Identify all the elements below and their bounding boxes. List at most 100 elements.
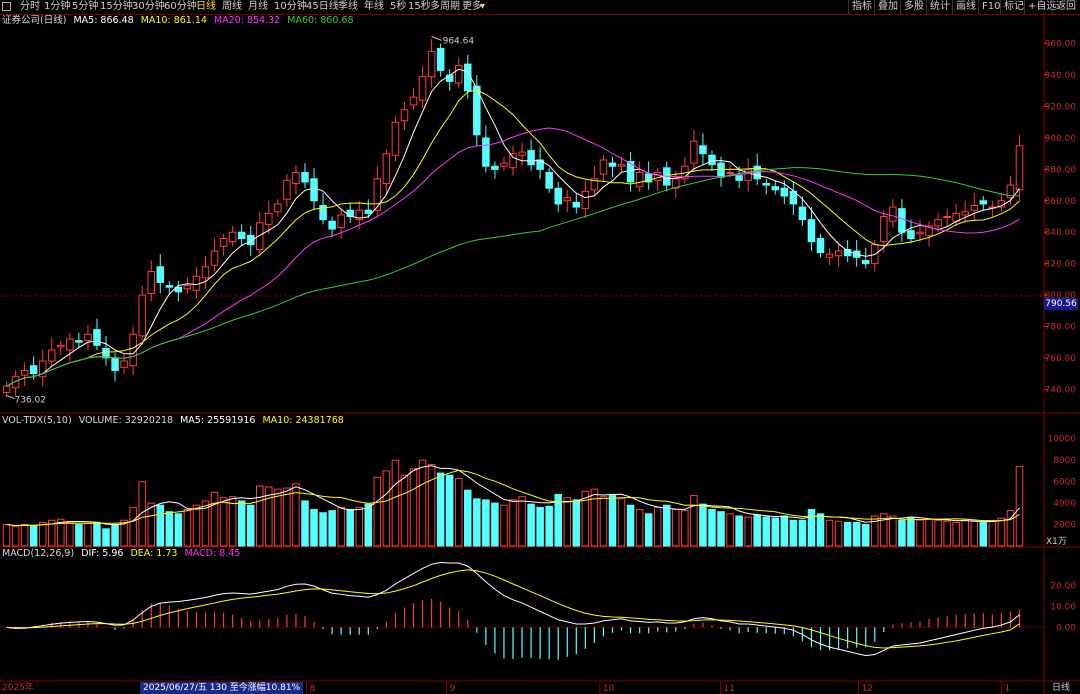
volume-bar: [889, 515, 897, 547]
candle-body: [436, 47, 445, 71]
volume-bar: [454, 477, 463, 547]
candle-body: [373, 178, 382, 211]
candle-body: [2, 385, 11, 393]
volume-bar: [418, 459, 427, 547]
volume-bar: [174, 513, 183, 547]
candle-body: [653, 172, 662, 181]
candle-body: [219, 237, 228, 247]
candle-body: [717, 162, 725, 178]
time-label: 11: [723, 684, 734, 694]
candle-body: [454, 65, 463, 84]
period-label: 日线: [1052, 683, 1071, 693]
volume-bar: [491, 502, 499, 547]
volume-bar: [156, 504, 165, 547]
volume-bar: [111, 524, 119, 547]
candle-body: [93, 329, 101, 346]
volume-bar: [75, 524, 83, 547]
candle-body: [898, 208, 906, 233]
volume-bar: [608, 495, 617, 547]
volume-bar: [93, 521, 101, 547]
volume-bar: [337, 506, 345, 547]
volume-bar: [256, 485, 264, 547]
price-tick-label: 760.00: [1045, 354, 1077, 364]
price-tick-label: 860.00: [1045, 197, 1077, 207]
volume-bar: [753, 514, 761, 547]
kline-chart[interactable]: 740.00760.00780.00800.00820.00840.00860.…: [0, 0, 1080, 694]
volume-bar: [726, 513, 734, 547]
macd-tick-label: 10.00: [1050, 602, 1076, 612]
candle-body: [916, 231, 924, 235]
volume-bar: [29, 525, 38, 547]
volume-bar: [771, 517, 780, 547]
volume-bar: [274, 488, 282, 547]
candle-body: [807, 219, 816, 243]
volume-bar: [861, 524, 870, 547]
volume-bar: [409, 468, 418, 547]
candle-body: [84, 333, 92, 342]
candle-body: [1015, 145, 1024, 191]
volume-bar: [373, 476, 382, 547]
candle-body: [518, 151, 526, 156]
volume-bar: [1015, 466, 1024, 547]
candle-body: [47, 349, 56, 362]
volume-bar: [328, 510, 336, 547]
time-label: 10: [603, 684, 615, 694]
volume-bar: [355, 506, 364, 547]
candle-body: [292, 172, 300, 185]
volume-tick-label: 4000: [1053, 499, 1076, 509]
volume-bar: [246, 504, 255, 547]
candle-body: [427, 51, 436, 78]
volume-bar: [690, 495, 698, 547]
time-label: 12: [861, 684, 872, 694]
price-tick-label: 920.00: [1045, 103, 1077, 113]
volume-bar: [129, 506, 137, 547]
price-tick-label: 900.00: [1045, 134, 1077, 144]
volume-bar: [708, 509, 716, 547]
volume-bar: [843, 521, 852, 547]
volume-bar: [789, 519, 798, 547]
volume-bar: [165, 511, 174, 547]
candle-body: [970, 205, 979, 211]
volume-bar: [400, 474, 409, 547]
volume-bar: [807, 509, 816, 547]
macd-tick-label: 20.00: [1050, 581, 1076, 591]
volume-bar: [617, 498, 626, 547]
candle-body: [464, 63, 472, 92]
price-tick-label: 840.00: [1045, 228, 1077, 238]
volume-bar: [852, 521, 861, 547]
low-label: 736.02: [15, 396, 47, 406]
candle-body: [283, 179, 291, 200]
candle-body: [129, 333, 137, 367]
volume-bar: [319, 512, 327, 547]
volume-bar: [934, 519, 942, 547]
volume-bar: [925, 518, 933, 547]
candle-body: [554, 187, 562, 205]
volume-bar: [346, 509, 354, 547]
candle-body: [889, 206, 897, 222]
candle-body: [979, 200, 988, 205]
price-tick-label: 740.00: [1045, 385, 1077, 395]
time-label: 9: [450, 684, 456, 694]
volume-bar: [527, 503, 535, 547]
volume-bar: [780, 515, 789, 547]
candle-body: [961, 211, 969, 216]
candle-body: [391, 121, 400, 156]
volume-tick-label: 10000: [1047, 435, 1076, 445]
candle-body: [237, 231, 246, 239]
candle-body: [265, 212, 273, 225]
volume-bar: [66, 520, 74, 547]
volume-bar: [699, 503, 707, 547]
candle-body: [482, 137, 490, 167]
candle-body: [690, 140, 698, 164]
candle-body: [310, 178, 318, 202]
candle-body: [608, 162, 617, 167]
volume-bar: [970, 520, 979, 547]
volume-tick-label: 6000: [1053, 478, 1076, 488]
price-tick-label: 780.00: [1045, 322, 1077, 332]
candle-body: [301, 172, 309, 183]
volume-bar: [997, 517, 1006, 547]
volume-bar: [20, 524, 29, 547]
candle-body: [337, 214, 345, 228]
ma5-line: [6, 68, 1020, 387]
volume-bar: [219, 497, 228, 547]
